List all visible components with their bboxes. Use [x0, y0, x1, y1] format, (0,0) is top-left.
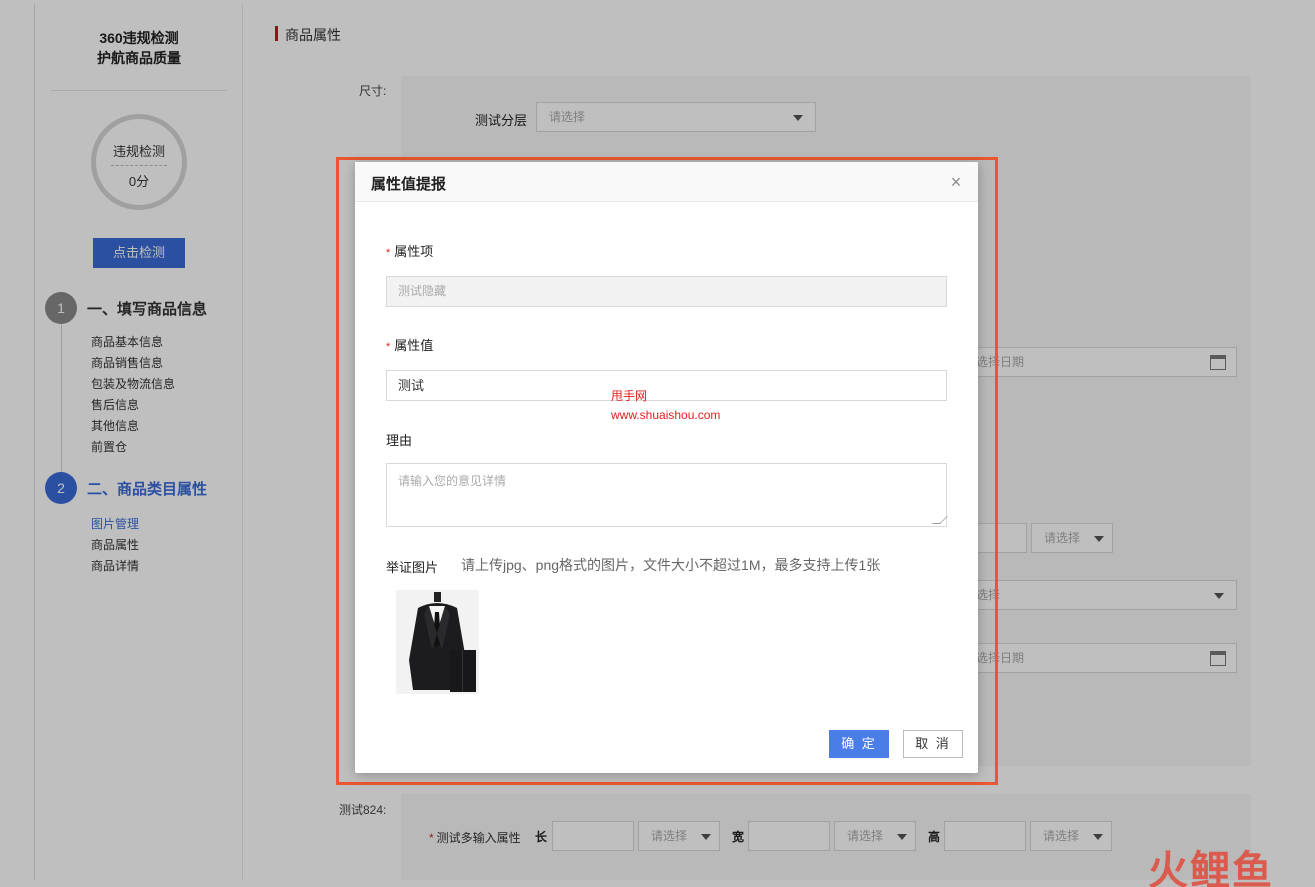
watermark-line1: 甩手网 — [611, 389, 648, 403]
evidence-thumbnail[interactable] — [396, 590, 479, 694]
attr-item-label: * 属性项 — [386, 241, 433, 260]
dialog-title: 属性值提报 — [371, 176, 447, 193]
evidence-hint: 请上传jpg、png格式的图片，文件大小不超过1M，最多支持上传1张 — [461, 557, 881, 573]
reason-textarea[interactable]: 请输入您的意见详情 — [386, 463, 948, 527]
resize-handle-icon[interactable] — [932, 516, 948, 524]
confirm-button[interactable]: 确 定 — [829, 730, 889, 758]
page: 360违规检测 护航商品质量 违规检测 0分 点击检测 1 一、填写商品信息 商… — [0, 0, 1315, 887]
required-marker: * — [386, 247, 391, 259]
attr-value-label: * 属性值 — [386, 335, 433, 354]
watermark-line2: www.shuaishou.com — [611, 408, 721, 422]
attribute-report-dialog: 属性值提报 × * 属性项 测试隐藏 * 属性值 测试 理由 请输入您的意见详情 举… — [355, 162, 978, 773]
reason-label: 理由 — [386, 433, 413, 448]
evidence-label: 举证图片 — [386, 560, 439, 575]
attr-value-label-text: 属性值 — [394, 338, 434, 353]
attr-item-field: 测试隐藏 — [386, 276, 947, 307]
cancel-button[interactable]: 取 消 — [903, 730, 963, 758]
suit-image — [396, 590, 479, 694]
attr-item-label-text: 属性项 — [394, 244, 434, 259]
watermark: 甩手网 www.shuaishou.com — [611, 387, 720, 425]
corner-logo: 火鲤鱼 — [1148, 849, 1274, 887]
close-icon[interactable]: × — [946, 172, 966, 192]
required-marker: * — [386, 341, 391, 353]
reason-placeholder: 请输入您的意见详情 — [398, 474, 507, 488]
dialog-header: 属性值提报 × — [355, 162, 978, 202]
